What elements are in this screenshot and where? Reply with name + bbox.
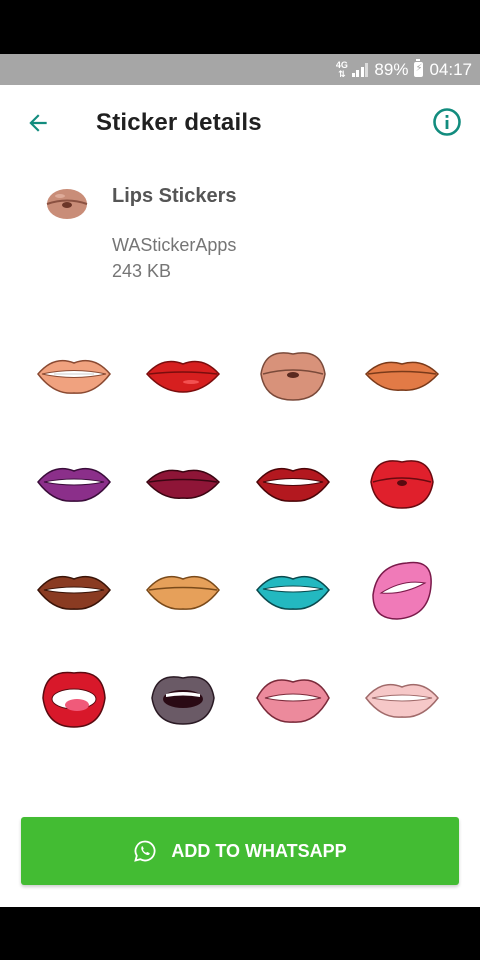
lips-sticker-6[interactable] (129, 428, 239, 536)
lips-sticker-3[interactable] (238, 320, 348, 428)
add-button-label: ADD TO WHATSAPP (171, 840, 347, 861)
add-to-whatsapp-button[interactable]: ADD TO WHATSAPP (21, 817, 459, 885)
info-circle-icon (433, 108, 461, 136)
pack-publisher: WAStickerApps (112, 235, 237, 255)
lips-sticker-16[interactable] (348, 644, 458, 752)
page-title: Sticker details (96, 109, 262, 136)
pack-size: 243 KB (112, 261, 172, 281)
pack-name: Lips Stickers (112, 185, 237, 207)
lips-sticker-14[interactable] (129, 644, 239, 752)
battery-icon: ⚡ (414, 59, 424, 77)
app-bar: Sticker details (0, 85, 480, 161)
lips-sticker-5[interactable] (19, 428, 129, 536)
lips-sticker-11[interactable] (238, 536, 348, 644)
status-bar: 4G ⇅ 89% ⚡ 04:17 (0, 54, 480, 85)
back-button[interactable] (22, 107, 54, 139)
network-indicator: 4G ⇅ (335, 59, 348, 79)
lips-sticker-15[interactable] (238, 644, 348, 752)
lips-sticker-4[interactable] (348, 320, 458, 428)
lips-sticker-9[interactable] (19, 536, 129, 644)
lips-sticker-1[interactable] (19, 320, 129, 428)
lips-sticker-13[interactable] (19, 644, 129, 752)
lips-sticker-7[interactable] (238, 428, 348, 536)
battery-percent: 89% (374, 59, 409, 79)
arrow-left-icon (29, 114, 47, 132)
pack-tray-icon (46, 189, 88, 219)
bottom-black-band (0, 907, 480, 960)
lips-sticker-2[interactable] (129, 320, 239, 428)
sticker-details-screen: Sticker details Lips Stickers WAStickerA… (0, 85, 480, 907)
lips-sticker-12[interactable] (348, 536, 458, 644)
clock: 04:17 (429, 59, 472, 79)
sticker-grid (19, 320, 457, 752)
signal-icon (351, 62, 369, 77)
lips-sticker-10[interactable] (129, 536, 239, 644)
info-button[interactable] (432, 107, 462, 137)
whatsapp-icon (134, 840, 156, 862)
lips-sticker-8[interactable] (348, 428, 458, 536)
top-black-band (0, 0, 480, 54)
